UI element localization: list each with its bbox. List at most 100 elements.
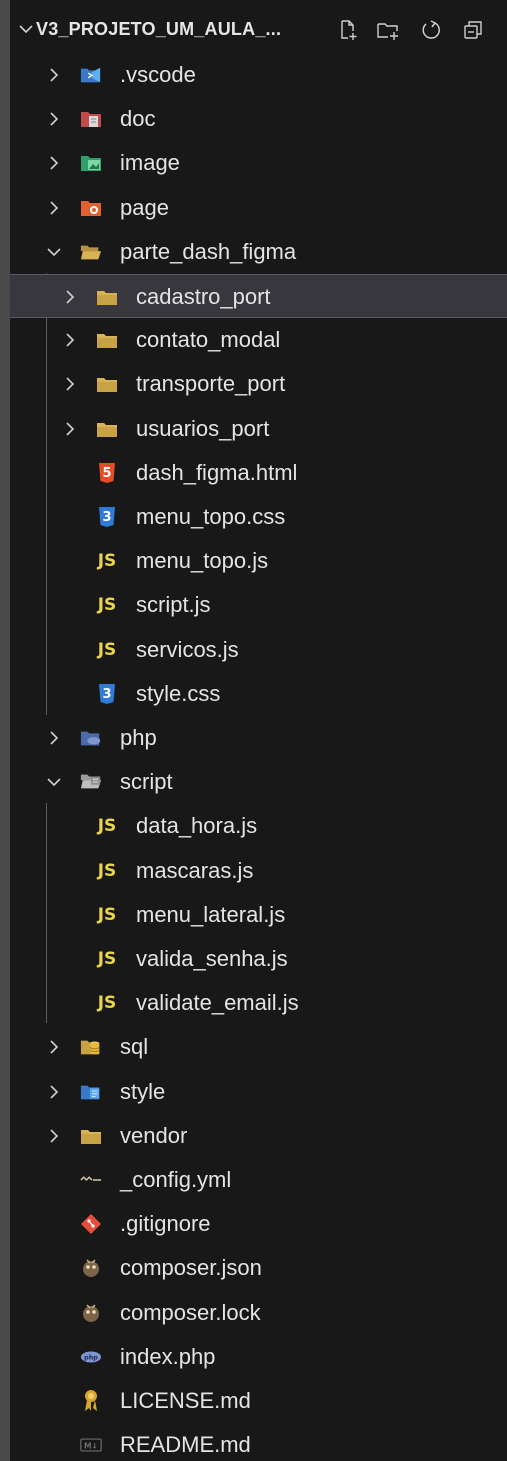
chevron-right-icon[interactable] <box>60 419 80 439</box>
collapse-all-button[interactable] <box>458 16 488 44</box>
file-explorer: V3_PROJETO_UM_AULA_... .vscode doc image… <box>10 0 507 1461</box>
license-icon <box>80 1390 102 1412</box>
folder-item-style[interactable]: style <box>10 1070 507 1114</box>
folder-icon <box>96 286 118 308</box>
tree-item-label: composer.lock <box>120 1299 261 1325</box>
tree-item-label: .vscode <box>120 62 196 87</box>
file-item-dash-figma-html[interactable]: 5 dash_figma.html <box>10 451 507 495</box>
tree-item-label: valida_senha.js <box>136 946 288 971</box>
folder-icon <box>80 1125 102 1147</box>
file-item-style-css[interactable]: 3 style.css <box>10 672 507 716</box>
file-item-composer-lock[interactable]: composer.lock <box>10 1291 507 1335</box>
chevron-right-icon[interactable] <box>44 728 64 748</box>
chevron-right-icon[interactable] <box>44 1082 64 1102</box>
tree-item-label: script <box>120 769 173 795</box>
tree-item-label: usuarios_port <box>136 415 270 441</box>
file-item-script-js[interactable]: JS script.js <box>10 583 507 627</box>
folder-item-vendor[interactable]: vendor <box>10 1114 507 1158</box>
php-file-icon: php <box>80 1346 102 1368</box>
folder-item-doc[interactable]: doc <box>10 97 507 141</box>
tree-item-label: parte_dash_figma <box>120 238 297 264</box>
chevron-right-icon[interactable] <box>44 109 64 129</box>
chevron-right-icon[interactable] <box>60 330 80 350</box>
tree-item-label: style.css <box>136 680 221 706</box>
new-folder-button[interactable] <box>373 16 403 44</box>
new-folder-icon <box>377 23 398 40</box>
file-item-readme-md[interactable]: M↓ README.md <box>10 1423 507 1461</box>
composer-icon <box>80 1302 102 1324</box>
file-item-valida-senha-js[interactable]: JS valida_senha.js <box>10 937 507 981</box>
file-item-menu-topo-js[interactable]: JS menu_topo.js <box>10 539 507 583</box>
chevron-right-icon[interactable] <box>44 1126 64 1146</box>
js-icon: JS <box>97 551 117 572</box>
git-icon <box>80 1213 102 1235</box>
folder-item-sql[interactable]: sql <box>10 1025 507 1069</box>
explorer-header[interactable]: V3_PROJETO_UM_AULA_... <box>10 8 507 52</box>
folder-item-cadastro-port[interactable]: cadastro_port <box>10 274 507 318</box>
tree-item-label: LICENSE.md <box>120 1388 251 1413</box>
tree-item-label: page <box>120 194 169 220</box>
tree-item-label: index.php <box>120 1343 216 1369</box>
folder-icon <box>96 418 118 440</box>
js-icon: JS <box>97 993 117 1014</box>
chevron-right-icon[interactable] <box>60 374 80 394</box>
new-file-button[interactable] <box>333 16 363 44</box>
folder-item-page[interactable]: page <box>10 186 507 230</box>
file-item-mascaras-js[interactable]: JS mascaras.js <box>10 849 507 893</box>
folder-item-parte-dash-figma[interactable]: parte_dash_figma <box>10 230 507 274</box>
vscode-folder-icon <box>80 64 102 86</box>
file-item-gitignore[interactable]: .gitignore <box>10 1202 507 1246</box>
chevron-right-icon[interactable] <box>44 153 64 173</box>
file-item-composer-json[interactable]: composer.json <box>10 1246 507 1290</box>
style-folder-icon <box>80 1081 102 1103</box>
svg-text:5: 5 <box>102 466 111 481</box>
chevron-right-icon[interactable] <box>44 65 64 85</box>
folder-item-php[interactable]: php <box>10 716 507 760</box>
svg-text:3: 3 <box>102 687 111 702</box>
js-icon: JS <box>97 816 117 837</box>
file-item-license-md[interactable]: LICENSE.md <box>10 1379 507 1423</box>
js-icon: JS <box>97 949 117 969</box>
file-item-validate-email-js[interactable]: JS validate_email.js <box>10 981 507 1025</box>
file-item-menu-topo-css[interactable]: 3 menu_topo.css <box>10 495 507 539</box>
tree-item-label: data_hora.js <box>136 813 258 839</box>
tree-item-label: menu_lateral.js <box>136 901 286 927</box>
tree-item-label: composer.json <box>120 1255 262 1281</box>
refresh-button[interactable] <box>416 16 446 44</box>
folder-item-script[interactable]: script <box>10 760 507 804</box>
sql-folder-icon <box>80 1036 102 1058</box>
folder-item-transporte-port[interactable]: transporte_port <box>10 362 507 406</box>
tree-item-label: php <box>120 725 157 750</box>
css3-icon: 3 <box>96 683 118 705</box>
chevron-down-icon[interactable] <box>44 242 64 262</box>
doc-folder-icon <box>80 108 102 130</box>
file-item-config-yml[interactable]: _config.yml <box>10 1158 507 1202</box>
folder-item-image[interactable]: image <box>10 141 507 185</box>
chevron-right-icon[interactable] <box>60 287 80 307</box>
tree-item-label: validate_email.js <box>136 990 299 1016</box>
folder-item-contato-modal[interactable]: contato_modal <box>10 318 507 362</box>
tree-item-label: cadastro_port <box>136 284 271 309</box>
js-icon: JS <box>97 860 117 881</box>
tree-item-label: sql <box>120 1034 149 1060</box>
php-folder-icon <box>80 727 102 749</box>
folder-icon <box>96 373 118 395</box>
chevron-right-icon[interactable] <box>44 1037 64 1057</box>
file-item-index-php[interactable]: php index.php <box>10 1335 507 1379</box>
file-item-data-hora-js[interactable]: JS data_hora.js <box>10 804 507 848</box>
image-folder-icon <box>80 152 102 174</box>
folder-open-icon <box>80 241 102 263</box>
tree-item-label: doc <box>120 106 156 132</box>
svg-text:M↓: M↓ <box>84 1442 98 1451</box>
tree-item-label: contato_modal <box>136 327 281 353</box>
collapse-all-icon <box>464 21 482 39</box>
js-icon: JS <box>97 639 117 660</box>
file-item-menu-lateral-js[interactable]: JS menu_lateral.js <box>10 893 507 937</box>
folder-item-vscode[interactable]: .vscode <box>10 53 507 97</box>
svg-text:3: 3 <box>102 510 111 525</box>
chevron-down-icon[interactable] <box>44 772 64 792</box>
folder-item-usuarios-port[interactable]: usuarios_port <box>10 407 507 451</box>
chevron-right-icon[interactable] <box>44 198 64 218</box>
chevron-down-icon[interactable] <box>16 19 36 39</box>
file-item-servicos-js[interactable]: JS servicos.js <box>10 628 507 672</box>
